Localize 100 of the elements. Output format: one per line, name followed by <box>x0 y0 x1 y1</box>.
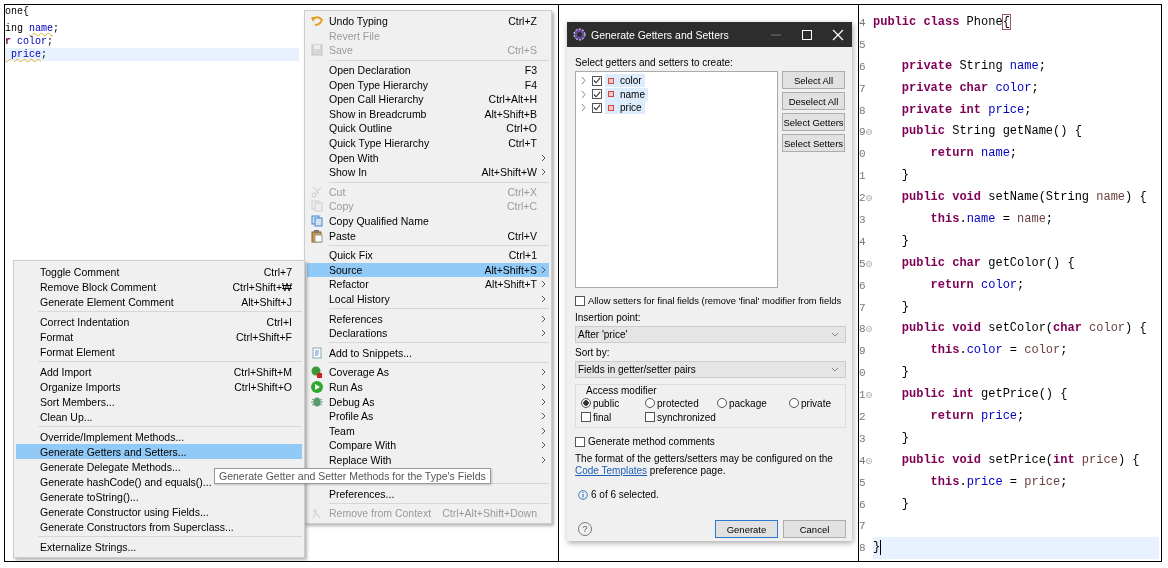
menu-item[interactable]: Correct Indentation Ctrl+I <box>16 314 302 329</box>
menu-item[interactable]: Declarations <box>307 325 549 341</box>
menu-item[interactable]: Team <box>307 423 549 439</box>
checkbox[interactable] <box>592 75 602 86</box>
tree-item[interactable]: color <box>605 74 645 88</box>
menu-item[interactable]: Generate Element Comment Alt+Shift+J <box>16 294 302 309</box>
menu-item[interactable]: Source Alt+Shift+S <box>307 262 549 278</box>
radio-button[interactable] <box>717 398 727 408</box>
dropdown[interactable]: Fields in getter/setter pairs <box>575 361 846 378</box>
menu-item[interactable]: Debug As <box>307 394 549 409</box>
line-number: 1 <box>859 170 865 183</box>
line-number: 2 <box>859 410 865 423</box>
menu-item[interactable]: Open With <box>307 150 549 165</box>
menu-item[interactable]: Copy Qualified Name <box>307 213 549 229</box>
code-line: this.price = price; <box>929 473 1069 491</box>
checkbox-label: Allow setters for final fields (remove 'final' modifier from fields <box>588 295 842 306</box>
menu-item[interactable]: Sort Members... <box>16 394 302 409</box>
checkbox[interactable] <box>575 436 585 447</box>
checkbox[interactable] <box>592 102 602 113</box>
dropdown[interactable]: After 'price' <box>575 326 846 343</box>
line-number: 0 <box>859 148 865 161</box>
link[interactable]: Code Templates <box>575 465 648 476</box>
menu-item[interactable]: Undo Typing Ctrl+Z <box>307 14 549 29</box>
code-line: public void setColor(char color) { <box>900 320 1148 338</box>
menu-item[interactable]: Clean Up... <box>16 409 302 424</box>
menu-item[interactable]: Organize Imports Ctrl+Shift+O <box>16 379 302 394</box>
line-number: 8 <box>859 323 865 336</box>
menu-item[interactable]: Toggle Comment Ctrl+7 <box>16 264 302 279</box>
menu-item[interactable]: Quick Outline Ctrl+O <box>307 121 549 136</box>
copy-icon <box>310 214 324 228</box>
shortcut-label: Ctrl+C <box>505 200 537 213</box>
field-label: Sort by: <box>575 347 611 358</box>
menu-item[interactable]: Externalize Strings... <box>16 539 302 554</box>
shortcut-label: Ctrl+V <box>506 229 537 242</box>
menu-item[interactable]: Profile As <box>307 408 549 424</box>
button[interactable]: Generate <box>715 520 778 538</box>
menu-item[interactable]: Remove Block Comment Ctrl+Shift+₩ <box>16 279 302 294</box>
code-line: this.name = name; <box>929 211 1055 228</box>
radio-button[interactable] <box>645 398 655 408</box>
menu-item[interactable]: Format Ctrl+Shift+F <box>16 329 302 344</box>
button[interactable]: Select Setters <box>782 134 845 152</box>
menu-item[interactable]: Open Call Hierarchy Ctrl+Alt+H <box>307 91 549 107</box>
checkbox[interactable] <box>592 89 602 100</box>
line-number: 3 <box>859 213 865 226</box>
save-icon <box>310 43 324 58</box>
run-icon <box>310 379 324 394</box>
checkbox-label: Generate method comments <box>588 436 715 447</box>
menu-item[interactable]: Open Type Hierarchy F4 <box>307 77 549 92</box>
line-number: 6 <box>859 60 865 73</box>
shortcut-label: Ctrl+O <box>505 122 537 135</box>
menu-item[interactable]: References <box>307 311 549 326</box>
tree-item[interactable]: name <box>605 87 648 101</box>
tree-item[interactable]: price <box>605 101 645 115</box>
line-number: 8 <box>859 542 865 555</box>
menu-item[interactable]: Quick Fix Ctrl+1 <box>307 247 549 263</box>
radio-label: package <box>729 397 767 409</box>
line-number: 7 <box>859 301 865 314</box>
line-number: 9 <box>859 126 865 139</box>
clipboard-icon <box>310 228 324 243</box>
code-line: this.color = color; <box>929 342 1069 360</box>
menu-item[interactable]: Open Declaration F3 <box>307 62 549 78</box>
menu-item[interactable]: Generate Getters and Setters... <box>16 444 302 459</box>
button[interactable]: Select All <box>782 71 845 89</box>
checkbox[interactable] <box>645 412 655 422</box>
radio-button[interactable] <box>789 398 799 408</box>
menu-item[interactable]: Run As <box>307 379 549 395</box>
shortcut-label: Ctrl+Alt+Shift+Down <box>441 507 537 520</box>
code-line: } <box>900 232 910 250</box>
button[interactable]: Cancel <box>783 520 846 538</box>
shortcut-label: Ctrl+I <box>265 315 292 328</box>
checkbox[interactable] <box>575 295 585 306</box>
shortcut-label: Ctrl+Shift+O <box>233 380 292 393</box>
window-title: Generate Getters and Setters <box>591 28 730 41</box>
menu-item[interactable]: Format Element <box>16 344 302 359</box>
menu-item[interactable]: Generate Constructor using Fields... <box>16 504 302 519</box>
code-line: public void setPrice(int price) { <box>900 451 1141 469</box>
line-number: 9 <box>859 345 865 358</box>
menu-item[interactable]: Preferences... <box>307 486 549 501</box>
menu-item[interactable]: Show In Alt+Shift+W <box>307 164 549 180</box>
menu-item[interactable]: Compare With <box>307 438 549 453</box>
menu-item[interactable]: Add Import Ctrl+Shift+M <box>16 364 302 379</box>
menu-item[interactable]: Quick Type Hierarchy Ctrl+T <box>307 135 549 151</box>
menu-item[interactable]: Coverage As <box>307 365 549 380</box>
menu-item[interactable]: Paste Ctrl+V <box>307 228 549 243</box>
line-number: 5 <box>859 476 865 489</box>
button[interactable]: Select Getters <box>782 113 845 131</box>
menu-item[interactable]: Generate Constructors from Superclass... <box>16 519 302 534</box>
menu-item[interactable]: Generate toString()... <box>16 489 302 504</box>
button[interactable]: Deselect All <box>782 92 845 110</box>
menu-item[interactable]: Local History <box>307 291 549 307</box>
shortcut-label: Ctrl+Z <box>507 15 537 28</box>
menu-item[interactable]: Show in Breadcrumb Alt+Shift+B <box>307 106 549 122</box>
menu-item[interactable]: Add to Snippets... <box>307 345 549 361</box>
checkbox[interactable] <box>581 412 591 422</box>
prompt-label: Select getters and setters to create: <box>575 57 734 68</box>
menu-item[interactable]: Replace With <box>307 452 549 468</box>
radio-button[interactable] <box>581 398 591 408</box>
line-number: 5 <box>859 257 865 270</box>
menu-item[interactable]: Refactor Alt+Shift+T <box>307 277 549 292</box>
menu-item[interactable]: Override/Implement Methods... <box>16 429 302 444</box>
